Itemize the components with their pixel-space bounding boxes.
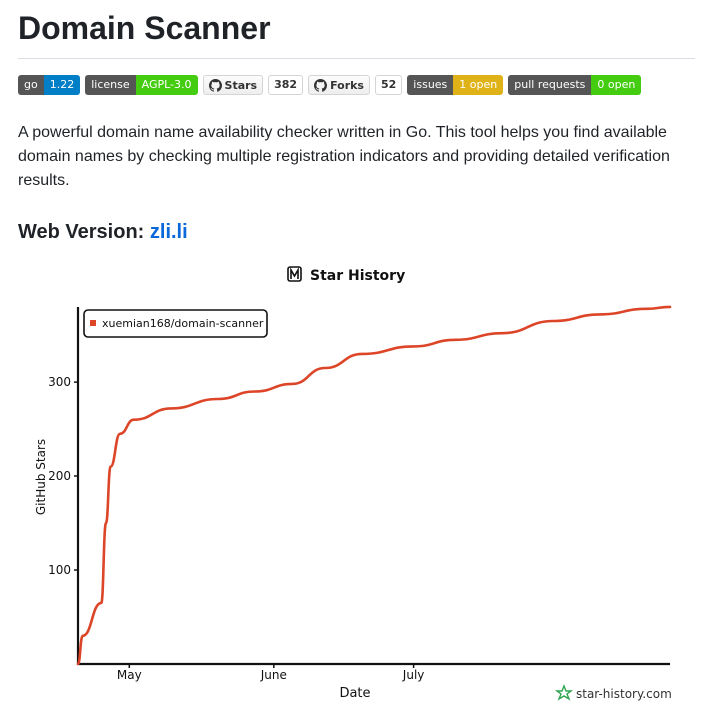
legend-swatch [90, 320, 96, 326]
chart-title-group: Star History [287, 266, 405, 284]
star-history-chart[interactable]: Star History xuemian168/domain-scanner G… [0, 255, 713, 709]
page-title: Domain Scanner [18, 10, 271, 46]
forks-count[interactable]: 52 [374, 75, 403, 95]
chart-legend: xuemian168/domain-scanner [83, 309, 268, 338]
x-axis-label: Date [339, 686, 370, 701]
readme-content: Domain Scanner go 1.22 license AGPL-3.0 … [18, 0, 695, 245]
issues-badge-value: 1 open [453, 75, 504, 95]
forks-badge[interactable]: Forks 52 [308, 75, 403, 95]
go-version-badge[interactable]: go 1.22 [18, 75, 81, 95]
series-line-domain-scanner [76, 305, 672, 666]
issues-badge-label: issues [407, 75, 454, 95]
license-badge-value: AGPL-3.0 [135, 75, 198, 95]
pull-requests-badge[interactable]: pull requests 0 open [508, 75, 642, 95]
forks-label: Forks [330, 78, 364, 92]
chart-title: Star History [310, 268, 405, 284]
legend-series-label: xuemian168/domain-scanner [102, 317, 264, 330]
pulls-badge-value: 0 open [591, 75, 642, 95]
stars-count[interactable]: 382 [268, 75, 304, 95]
title-divider [18, 58, 695, 59]
stars-badge[interactable]: Stars 382 [202, 75, 304, 95]
project-description: A powerful domain name availability chec… [18, 124, 670, 189]
y-tick-label-200: 200 [48, 469, 71, 483]
x-tick-label-may: May [117, 668, 142, 682]
pulls-badge-label: pull requests [508, 75, 592, 95]
x-tick-label-june: June [260, 668, 287, 682]
y-axis-label: GitHub Stars [34, 439, 48, 515]
star-history-watermark[interactable]: star-history.com [554, 684, 672, 701]
web-version-label: Web Version: [18, 221, 145, 243]
y-tick-label-300: 300 [48, 375, 71, 389]
web-version-link[interactable]: zli.li [150, 221, 188, 243]
github-icon [314, 78, 328, 92]
license-badge[interactable]: license AGPL-3.0 [85, 75, 198, 95]
go-badge-label: go [18, 75, 44, 95]
web-version-heading: Web Version: zli.li [18, 219, 695, 245]
issues-badge[interactable]: issues 1 open [407, 75, 504, 95]
license-badge-label: license [85, 75, 136, 95]
go-badge-value: 1.22 [43, 75, 81, 95]
github-icon [208, 78, 222, 92]
forks-button[interactable]: Forks [308, 75, 370, 95]
x-tick-label-july: July [402, 668, 425, 682]
watermark-text: star-history.com [576, 687, 672, 701]
badge-row: go 1.22 license AGPL-3.0 Stars 382 Forks… [18, 75, 695, 95]
stars-label: Stars [224, 78, 258, 92]
stars-button[interactable]: Stars [202, 75, 264, 95]
star-icon [554, 684, 574, 701]
y-tick-label-100: 100 [48, 563, 71, 577]
star-history-logo-icon [287, 266, 302, 282]
